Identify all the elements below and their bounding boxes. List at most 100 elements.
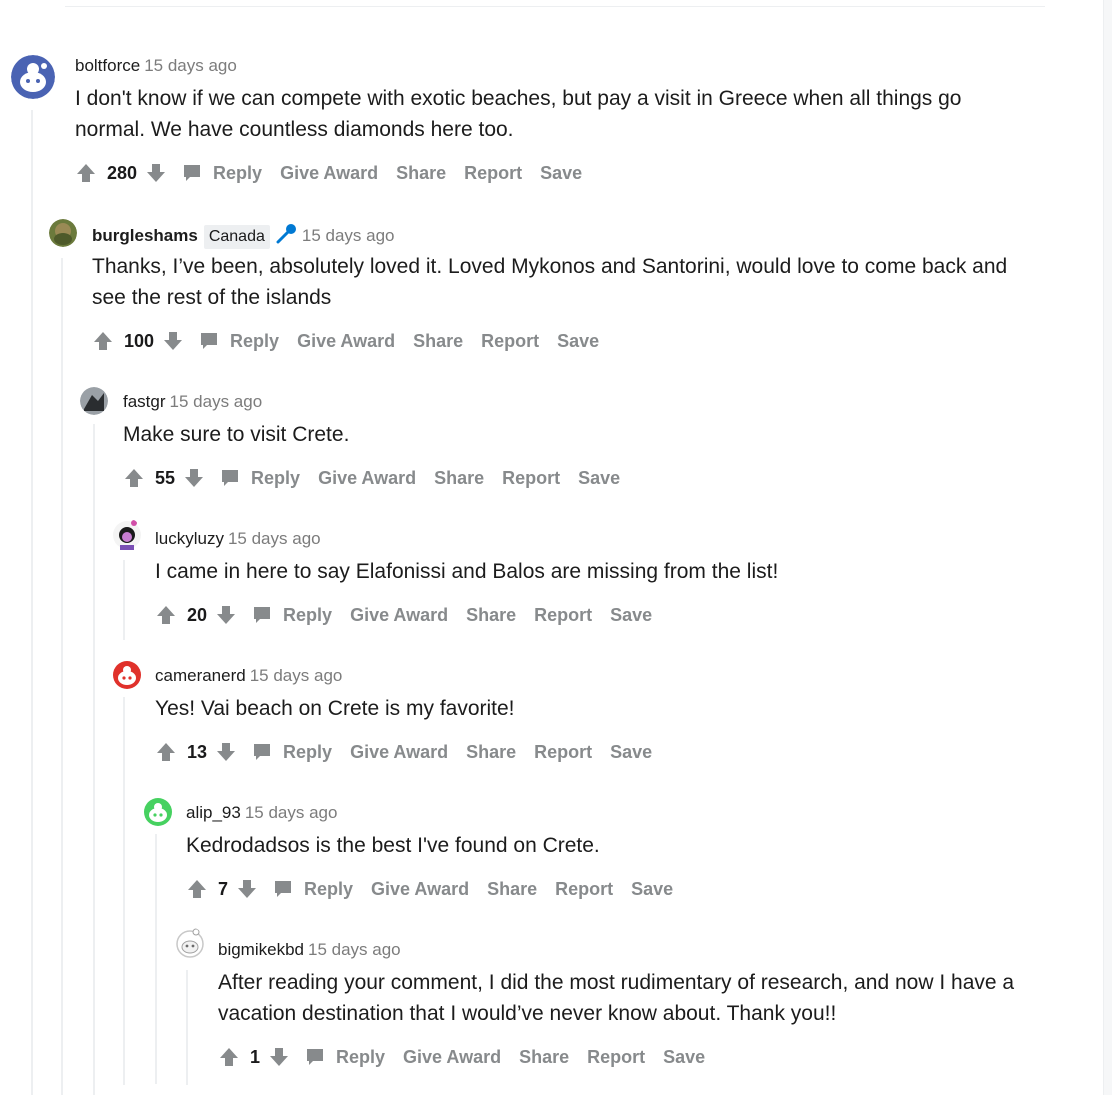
user-avatar[interactable] (80, 387, 108, 415)
timestamp[interactable]: 15 days ago (302, 226, 395, 245)
share-button[interactable]: Share (396, 163, 446, 184)
comment-bubble-icon (275, 881, 292, 897)
username[interactable]: boltforce (75, 56, 140, 75)
give-award-button[interactable]: Give Award (403, 1047, 501, 1068)
vote-score: 20 (187, 604, 208, 625)
report-button[interactable]: Report (534, 742, 592, 763)
comment-body: Kedrodadsos is the best I've found on Cr… (186, 834, 600, 857)
report-button[interactable]: Report (481, 331, 539, 352)
downvote-arrow-icon[interactable] (162, 330, 184, 352)
divider (65, 6, 1045, 7)
username[interactable]: cameranerd (155, 666, 246, 685)
reply-button[interactable]: Reply (251, 741, 332, 763)
user-avatar[interactable] (49, 219, 77, 247)
vote-score: 100 (124, 330, 155, 351)
share-button[interactable]: Share (519, 1047, 569, 1068)
thread-line[interactable] (61, 258, 63, 1095)
downvote-arrow-icon[interactable] (268, 1046, 290, 1068)
give-award-button[interactable]: Give Award (350, 605, 448, 626)
username[interactable]: alip_93 (186, 803, 241, 822)
give-award-button[interactable]: Give Award (297, 331, 395, 352)
timestamp[interactable]: 15 days ago (250, 666, 343, 685)
comment-body: Thanks, I’ve been, absolutely loved it. … (92, 255, 1008, 309)
save-button[interactable]: Save (557, 331, 599, 352)
give-award-button[interactable]: Give Award (350, 742, 448, 763)
comment-body: Make sure to visit Crete. (123, 423, 350, 446)
save-button[interactable]: Save (631, 879, 673, 900)
report-button[interactable]: Report (534, 605, 592, 626)
save-button[interactable]: Save (610, 742, 652, 763)
downvote-arrow-icon[interactable] (145, 162, 167, 184)
username[interactable]: fastgr (123, 392, 166, 411)
vote-score: 1 (250, 1046, 261, 1067)
report-button[interactable]: Report (464, 163, 522, 184)
save-button[interactable]: Save (610, 605, 652, 626)
user-avatar[interactable] (175, 927, 205, 961)
report-button[interactable]: Report (555, 879, 613, 900)
timestamp[interactable]: 15 days ago (308, 940, 401, 959)
reply-button[interactable]: Reply (198, 330, 279, 352)
reply-button[interactable]: Reply (272, 878, 353, 900)
thread-line[interactable] (155, 834, 157, 1084)
username[interactable]: burgleshams (92, 226, 198, 245)
username[interactable]: luckyluzy (155, 529, 224, 548)
give-award-button[interactable]: Give Award (371, 879, 469, 900)
report-button[interactable]: Report (587, 1047, 645, 1068)
reply-label: Reply (251, 467, 301, 488)
reply-button[interactable]: Reply (219, 467, 300, 489)
vote-score: 13 (187, 741, 208, 762)
username[interactable]: bigmikekbd (218, 940, 304, 959)
upvote-arrow-icon[interactable] (218, 1046, 240, 1068)
downvote-arrow-icon[interactable] (215, 604, 237, 626)
user-avatar[interactable] (143, 797, 173, 827)
user-flair: Canada (203, 225, 270, 249)
downvote-arrow-icon[interactable] (183, 467, 205, 489)
upvote-arrow-icon[interactable] (155, 741, 177, 763)
upvote-arrow-icon[interactable] (123, 467, 145, 489)
upvote-arrow-icon[interactable] (92, 330, 114, 352)
share-button[interactable]: Share (413, 331, 463, 352)
reply-button[interactable]: Reply (251, 604, 332, 626)
reply-label: Reply (283, 604, 333, 625)
timestamp[interactable]: 15 days ago (170, 392, 263, 411)
share-button[interactable]: Share (466, 742, 516, 763)
comment-thread-page: boltforce 15 days ago I don't know if we … (0, 0, 1112, 1095)
timestamp[interactable]: 15 days ago (245, 803, 338, 822)
upvote-arrow-icon[interactable] (186, 878, 208, 900)
thread-line[interactable] (31, 110, 33, 1095)
downvote-arrow-icon[interactable] (215, 741, 237, 763)
give-award-button[interactable]: Give Award (318, 468, 416, 489)
thread-line[interactable] (93, 424, 95, 1095)
give-award-button[interactable]: Give Award (280, 163, 378, 184)
share-button[interactable]: Share (434, 468, 484, 489)
upvote-arrow-icon[interactable] (155, 604, 177, 626)
user-avatar[interactable] (11, 55, 55, 99)
share-button[interactable]: Share (487, 879, 537, 900)
report-button[interactable]: Report (502, 468, 560, 489)
save-button[interactable]: Save (540, 163, 582, 184)
share-button[interactable]: Share (466, 605, 516, 626)
comment-bubble-icon (222, 470, 239, 486)
save-button[interactable]: Save (578, 468, 620, 489)
reply-label: Reply (304, 878, 354, 899)
thread-line[interactable] (123, 560, 125, 640)
reply-button[interactable]: Reply (304, 1046, 385, 1068)
comment-body: I don't know if we can compete with exot… (75, 87, 962, 141)
user-avatar[interactable] (112, 518, 142, 552)
reply-label: Reply (283, 741, 333, 762)
comment-actions: 13 Reply Give Award Share Report Save (155, 737, 652, 767)
timestamp[interactable]: 15 days ago (144, 56, 237, 75)
scrollbar[interactable] (1103, 0, 1112, 1095)
downvote-arrow-icon[interactable] (236, 878, 258, 900)
comment-body: After reading your comment, I did the mo… (218, 971, 1015, 1025)
save-button[interactable]: Save (663, 1047, 705, 1068)
vote-score: 7 (218, 878, 229, 899)
thread-line[interactable] (123, 697, 125, 1085)
thread-line[interactable] (186, 970, 188, 1085)
comment-actions: 100 Reply Give Award Share Report Save (92, 326, 599, 356)
upvote-arrow-icon[interactable] (75, 162, 97, 184)
user-avatar[interactable] (112, 660, 142, 690)
vote-score: 55 (155, 467, 176, 488)
reply-button[interactable]: Reply (181, 162, 262, 184)
timestamp[interactable]: 15 days ago (228, 529, 321, 548)
